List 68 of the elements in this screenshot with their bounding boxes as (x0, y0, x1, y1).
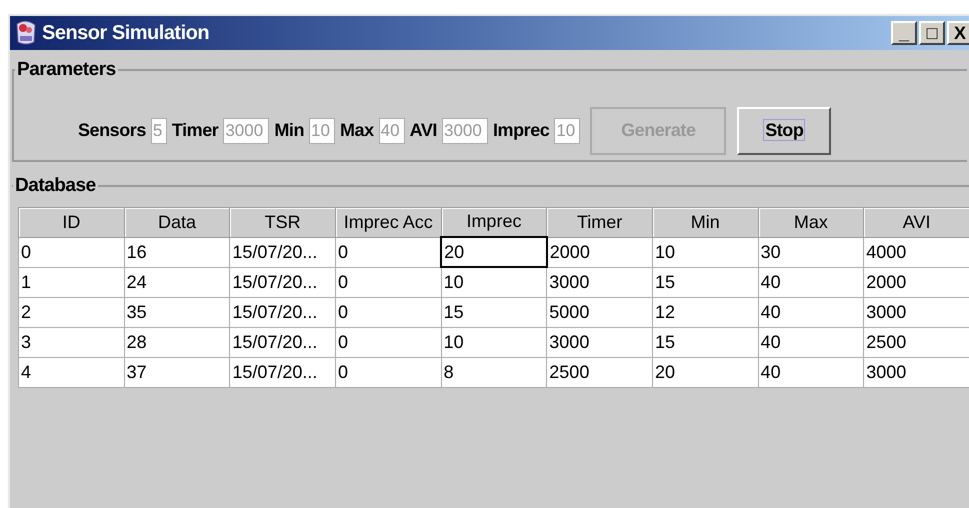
column-header[interactable]: AVI (864, 207, 969, 237)
table-cell: 4 (18, 357, 124, 387)
table-cell: 0 (335, 267, 442, 297)
table-cell: 15 (652, 267, 758, 297)
table-cell: 24 (124, 267, 230, 297)
table-cell: 20 (441, 237, 547, 267)
table-cell: 15 (441, 297, 547, 327)
table-cell: 3000 (864, 297, 969, 327)
table-cell: 15/07/20... (230, 267, 336, 297)
table-cell: 3000 (864, 357, 969, 387)
table-cell: 15/07/20... (230, 357, 336, 387)
table-cell: 40 (758, 267, 864, 297)
field-label: Timer (172, 119, 218, 142)
table-cell: 20 (652, 357, 758, 387)
table-cell: 40 (758, 297, 864, 327)
table-cell: 2 (18, 297, 124, 327)
table-cell: 2500 (546, 357, 652, 387)
column-header[interactable]: Imprec Acc (335, 207, 442, 237)
group-title: Database (14, 174, 97, 198)
table-cell: 2000 (864, 267, 969, 297)
field-label: Max (340, 119, 374, 142)
table-cell: 37 (124, 357, 230, 387)
table-cell: 10 (652, 237, 758, 267)
table-cell: 5000 (546, 297, 652, 327)
field-label: Sensors (78, 119, 146, 142)
table-cell: 15 (652, 327, 758, 357)
table-cell: 16 (124, 237, 230, 267)
table-cell: 40 (758, 327, 864, 357)
table-cell: 3000 (546, 327, 652, 357)
column-header[interactable]: ID (18, 207, 124, 237)
table-cell: 3000 (546, 267, 652, 297)
app-icon (14, 20, 38, 46)
table-cell: 2000 (546, 237, 652, 267)
window-control-button[interactable]: _ (891, 21, 917, 45)
column-header[interactable]: Data (124, 207, 230, 237)
window-control-button[interactable]: X (947, 21, 969, 45)
table-cell: 3 (18, 327, 124, 357)
field-label: Min (274, 119, 304, 142)
column-header[interactable]: Timer (546, 207, 652, 237)
column-header[interactable]: Min (652, 207, 758, 237)
table-cell: 35 (124, 297, 230, 327)
field-label: Imprec (492, 119, 550, 142)
table-cell: 0 (18, 237, 124, 267)
table-cell: 15/07/20... (230, 297, 336, 327)
action-button[interactable]: Stop (737, 106, 832, 154)
table-cell: 15/07/20... (230, 237, 336, 267)
group-title: Parameters (16, 58, 117, 82)
column-header[interactable]: Imprec (441, 207, 547, 237)
column-header[interactable]: Max (758, 207, 864, 237)
table-cell: 30 (758, 237, 864, 267)
table-cell: 28 (124, 327, 230, 357)
table-cell: 12 (652, 297, 758, 327)
table-cell: 0 (335, 357, 442, 387)
table-cell: 4000 (864, 237, 969, 267)
table-cell: 40 (758, 357, 864, 387)
window-control-button[interactable]: □ (919, 21, 945, 45)
table-cell: 0 (335, 237, 442, 267)
table-cell: 15/07/20... (230, 327, 336, 357)
table-cell: 10 (441, 267, 547, 297)
table-cell: 2500 (864, 327, 969, 357)
table-cell: 10 (441, 327, 547, 357)
table-cell: 0 (335, 327, 442, 357)
table-cell: 8 (441, 357, 547, 387)
window-title: Sensor Simulation (42, 21, 210, 46)
column-header[interactable]: TSR (230, 207, 336, 237)
table-cell: 0 (335, 297, 442, 327)
field-label: AVI (410, 119, 437, 142)
table-cell: 1 (18, 267, 124, 297)
